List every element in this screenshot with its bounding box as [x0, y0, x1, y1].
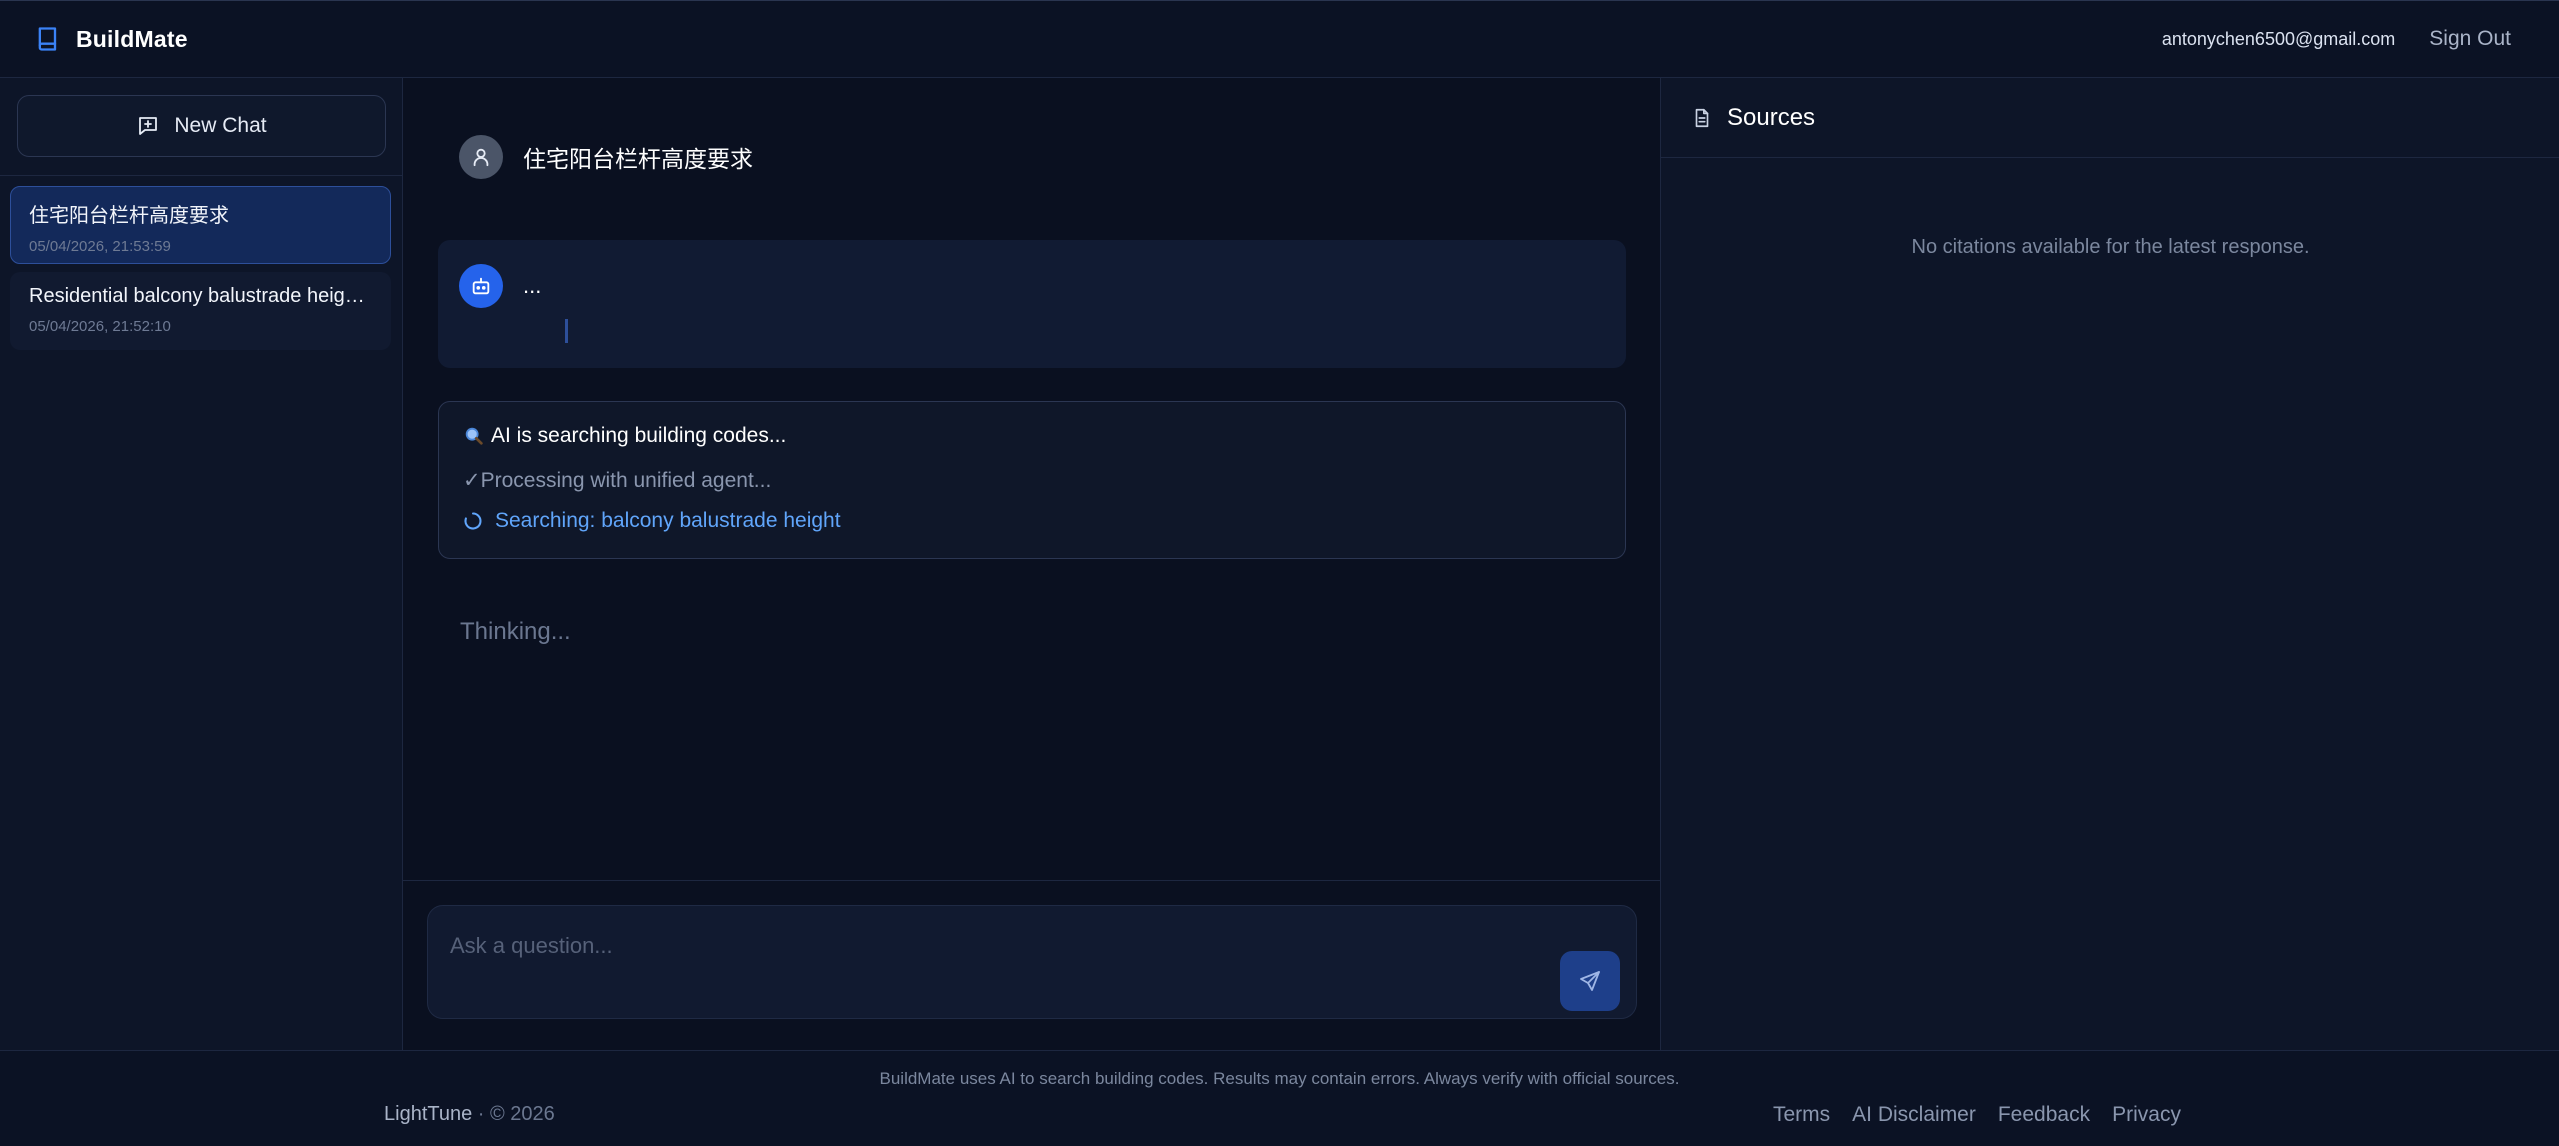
check-icon: ✓: [463, 469, 481, 492]
composer-area: [403, 880, 1660, 1050]
message-plus-icon: [136, 114, 160, 138]
footer-link-privacy[interactable]: Privacy: [2112, 1103, 2181, 1127]
user-message-text: 住宅阳台栏杆高度要求: [523, 146, 753, 172]
sign-out-button[interactable]: Sign Out: [2429, 27, 2511, 51]
document-icon: [1691, 107, 1713, 129]
thinking-indicator: Thinking...: [460, 618, 571, 645]
copyright: © 2026: [490, 1103, 555, 1125]
chat-history-item[interactable]: 住宅阳台栏杆高度要求 05/04/2026, 21:53:59: [10, 186, 391, 264]
brand-name: BuildMate: [76, 25, 188, 52]
chat-sidebar: New Chat 住宅阳台栏杆高度要求 05/04/2026, 21:53:59…: [0, 78, 403, 1050]
sidebar-header: New Chat: [0, 78, 402, 176]
sources-title: Sources: [1727, 103, 1816, 131]
spinner-icon: [463, 511, 483, 531]
typing-cursor: [565, 319, 568, 343]
user-icon: [470, 146, 492, 168]
bot-icon: [470, 275, 492, 297]
footer-link-ai-disclaimer[interactable]: AI Disclaimer: [1852, 1103, 1976, 1127]
footer-link-feedback[interactable]: Feedback: [1998, 1103, 2090, 1127]
footer-links: Terms AI Disclaimer Feedback Privacy: [1773, 1103, 2181, 1127]
composer: [427, 905, 1637, 1019]
assistant-avatar: [459, 264, 503, 308]
book-icon: [34, 25, 62, 53]
status-heading: AI is searching building codes...: [491, 424, 787, 447]
sources-header: Sources: [1661, 78, 2559, 158]
chat-timestamp: 05/04/2026, 21:52:10: [29, 318, 171, 335]
assistant-message: ...: [438, 240, 1626, 368]
footer-link-terms[interactable]: Terms: [1773, 1103, 1830, 1127]
new-chat-button[interactable]: New Chat: [17, 95, 386, 157]
account-area: antonychen6500@gmail.com Sign Out: [2162, 27, 2511, 51]
search-status-panel: AI is searching building codes... ✓Proce…: [438, 401, 1626, 559]
footer-company: LightTune · © 2026: [384, 1103, 555, 1125]
sources-empty-message: No citations available for the latest re…: [1911, 236, 2310, 258]
send-button[interactable]: [1560, 951, 1620, 1011]
new-chat-label: New Chat: [174, 114, 267, 137]
user-avatar: [459, 135, 503, 179]
send-icon: [1578, 969, 1602, 993]
sources-panel: Sources No citations available for the l…: [1660, 78, 2559, 1050]
question-input[interactable]: [428, 906, 1528, 986]
user-email: antonychen6500@gmail.com: [2161, 28, 2396, 49]
chat-title: Residential balcony balustrade height re…: [29, 285, 372, 307]
status-step-active: Searching: balcony balustrade height: [463, 509, 1601, 533]
footer: BuildMate uses AI to search building cod…: [0, 1050, 2559, 1146]
top-bar: BuildMate antonychen6500@gmail.com Sign …: [0, 0, 2559, 78]
chat-timestamp: 05/04/2026, 21:53:59: [29, 238, 171, 255]
chat-history-item[interactable]: Residential balcony balustrade height re…: [10, 272, 391, 350]
assistant-message-text: ...: [523, 273, 542, 298]
magnifier-icon: [463, 425, 485, 447]
ai-disclaimer-text: BuildMate uses AI to search building cod…: [879, 1069, 1680, 1088]
chat-history-list: 住宅阳台栏杆高度要求 05/04/2026, 21:53:59 Resident…: [0, 176, 402, 368]
chat-main: 住宅阳台栏杆高度要求 ... AI is searching building …: [403, 78, 1660, 1050]
user-message: 住宅阳台栏杆高度要求: [459, 135, 753, 179]
brand[interactable]: BuildMate: [34, 25, 188, 53]
status-step-done: ✓Processing with unified agent...: [463, 469, 772, 492]
company-name: LightTune: [384, 1103, 473, 1125]
chat-title: 住宅阳台栏杆高度要求: [29, 205, 229, 227]
status-active-text: Searching: balcony balustrade height: [495, 509, 841, 532]
